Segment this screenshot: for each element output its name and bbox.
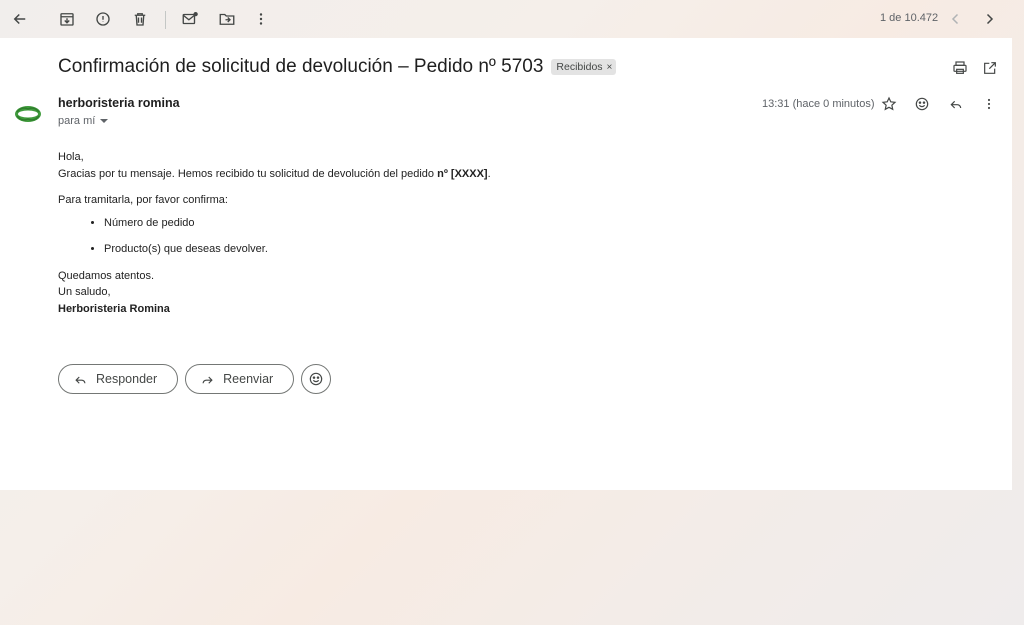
archive-icon[interactable] bbox=[54, 6, 80, 32]
subject-row: Confirmación de solicitud de devolución … bbox=[58, 56, 617, 78]
signature: Herboristeria Romina bbox=[58, 302, 170, 315]
closing-1: Quedamos atentos. bbox=[58, 269, 155, 282]
request-list: Número de pedido Producto(s) que deseas … bbox=[104, 215, 491, 258]
emoji-react-button[interactable] bbox=[301, 364, 332, 394]
email-time: 13:31 (hace 0 minutos) bbox=[762, 98, 875, 110]
forward-icon bbox=[202, 376, 213, 384]
emoji-icon bbox=[309, 372, 323, 386]
mark-unread-icon[interactable] bbox=[177, 6, 203, 32]
pager-count: 1 de 10.472 bbox=[880, 12, 939, 24]
toolbar-separator bbox=[165, 11, 166, 29]
report-spam-icon[interactable] bbox=[90, 6, 116, 32]
trash-icon[interactable] bbox=[127, 6, 153, 32]
reply-icon[interactable] bbox=[945, 93, 967, 115]
forward-label: Reenviar bbox=[223, 372, 274, 386]
reply-actions: Responder Reenviar bbox=[58, 364, 332, 394]
recipient-text: para mí bbox=[58, 115, 96, 127]
reply-icon bbox=[75, 376, 86, 384]
label-name: Recibidos bbox=[556, 61, 603, 73]
chevron-right-icon[interactable] bbox=[976, 6, 1002, 32]
chevron-left-icon[interactable] bbox=[943, 6, 969, 32]
sender-name[interactable]: herboristeria romina bbox=[58, 96, 180, 110]
reply-button[interactable]: Responder bbox=[58, 364, 179, 394]
body-line-1: Gracias por tu mensaje. Hemos recibido t… bbox=[58, 167, 491, 180]
more-vert-icon[interactable] bbox=[248, 6, 274, 32]
email-body: Hola, Gracias por tu mensaje. Hemos reci… bbox=[58, 149, 491, 317]
remove-label-icon[interactable]: × bbox=[607, 62, 613, 73]
open-in-new-icon[interactable] bbox=[979, 57, 1001, 79]
more-vert-icon[interactable] bbox=[978, 93, 1000, 115]
sender-avatar bbox=[14, 100, 42, 128]
inbox-label-chip[interactable]: Recibidos × bbox=[551, 59, 617, 75]
order-number: nº [XXXX] bbox=[437, 167, 488, 180]
forward-button[interactable]: Reenviar bbox=[185, 364, 295, 394]
reply-label: Responder bbox=[96, 372, 158, 386]
greeting: Hola, bbox=[58, 151, 84, 163]
caret-down-icon bbox=[100, 119, 109, 123]
email-panel: Confirmación de solicitud de devolución … bbox=[0, 38, 1012, 490]
body-line-2: Para tramitarla, por favor confirma: bbox=[58, 194, 228, 206]
list-item: Producto(s) que deseas devolver. bbox=[104, 241, 491, 258]
recipient-details[interactable]: para mí bbox=[58, 115, 109, 127]
toolbar: 1 de 10.472 bbox=[0, 0, 1012, 38]
emoji-icon[interactable] bbox=[911, 93, 933, 115]
closing-2: Un saludo, bbox=[58, 286, 111, 298]
print-icon[interactable] bbox=[949, 57, 971, 79]
back-arrow-icon[interactable] bbox=[7, 6, 33, 32]
move-to-folder-icon[interactable] bbox=[214, 6, 240, 32]
star-icon[interactable] bbox=[878, 93, 900, 115]
list-item: Número de pedido bbox=[104, 215, 491, 232]
email-subject: Confirmación de solicitud de devolución … bbox=[58, 56, 544, 77]
